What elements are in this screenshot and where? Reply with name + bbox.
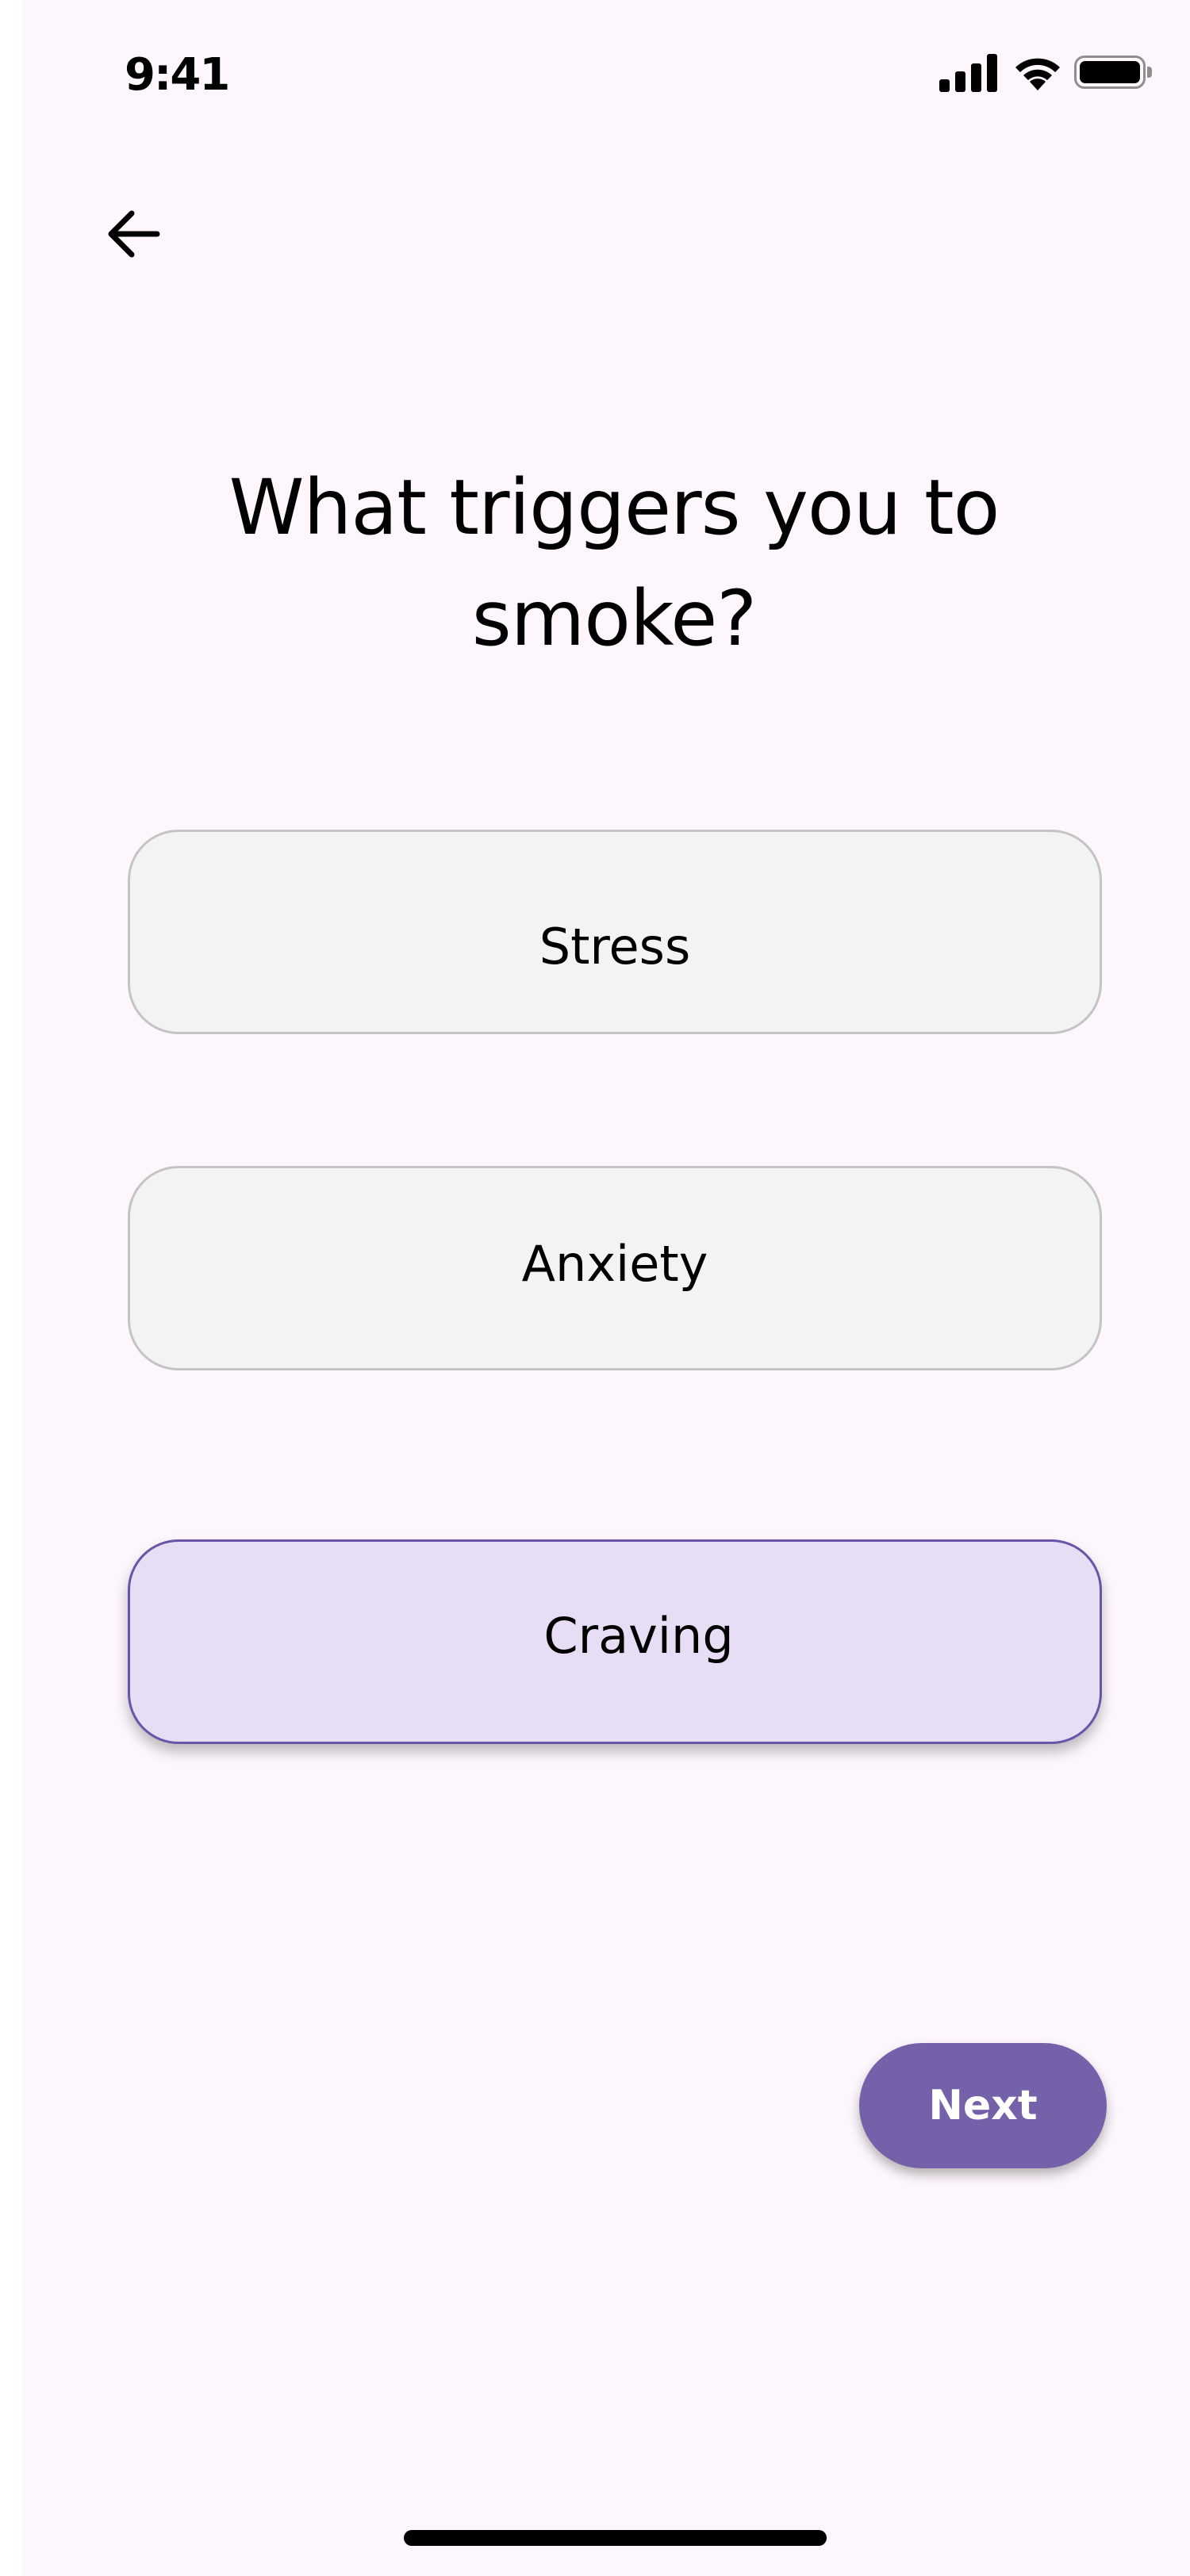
back-button[interactable] bbox=[97, 198, 168, 270]
question-title: What triggers you to smoke? bbox=[228, 463, 1000, 663]
option-label: Craving bbox=[543, 1606, 734, 1665]
signal-icon bbox=[939, 51, 1000, 95]
wifi-icon bbox=[1012, 52, 1063, 92]
option-label: Anxiety bbox=[521, 1234, 708, 1293]
option-stress[interactable]: Stress bbox=[128, 830, 1102, 1034]
next-label: Next bbox=[928, 2082, 1038, 2129]
status-time: 9:41 bbox=[125, 49, 230, 101]
next-button[interactable]: Next bbox=[859, 2043, 1107, 2168]
option-craving[interactable]: Craving bbox=[128, 1539, 1102, 1744]
option-anxiety[interactable]: Anxiety bbox=[128, 1166, 1102, 1370]
status-icons bbox=[939, 51, 1161, 98]
arrow-left-icon bbox=[108, 210, 160, 258]
screen: 9:41 What triggers you to smoke? Stress … bbox=[23, 0, 1190, 2576]
home-indicator bbox=[404, 2530, 827, 2546]
option-label: Stress bbox=[539, 917, 691, 976]
battery-icon bbox=[1074, 56, 1152, 89]
